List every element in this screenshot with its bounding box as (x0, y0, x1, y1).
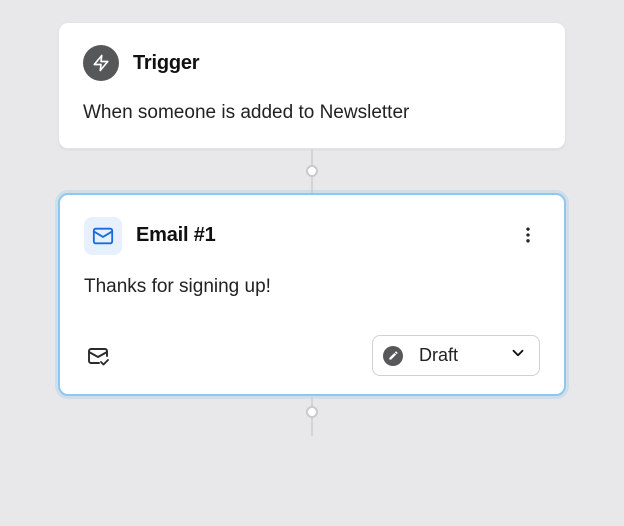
connector-add-node[interactable] (306, 165, 318, 177)
mail-check-icon[interactable] (84, 342, 112, 370)
connector-line (311, 149, 313, 193)
lightning-icon (83, 45, 119, 81)
more-vertical-icon[interactable] (512, 219, 544, 251)
status-label: Draft (419, 345, 499, 366)
workflow-canvas[interactable]: Trigger When someone is added to Newslet… (0, 0, 624, 526)
status-dropdown[interactable]: Draft (372, 335, 540, 376)
email-header: Email #1 (84, 217, 540, 255)
chevron-down-icon (509, 344, 527, 367)
trigger-header: Trigger (83, 45, 541, 81)
connector-add-node[interactable] (306, 406, 318, 418)
mail-icon (84, 217, 122, 255)
connector-line (311, 396, 313, 436)
email-subject: Thanks for signing up! (84, 275, 540, 300)
trigger-title: Trigger (133, 52, 199, 75)
trigger-node[interactable]: Trigger When someone is added to Newslet… (58, 22, 566, 149)
email-footer: Draft (84, 335, 540, 376)
email-node[interactable]: Email #1 Thanks for signing up! (58, 193, 566, 397)
trigger-description: When someone is added to Newsletter (83, 101, 541, 126)
pencil-circle-icon (383, 346, 403, 366)
email-title: Email #1 (136, 224, 216, 247)
